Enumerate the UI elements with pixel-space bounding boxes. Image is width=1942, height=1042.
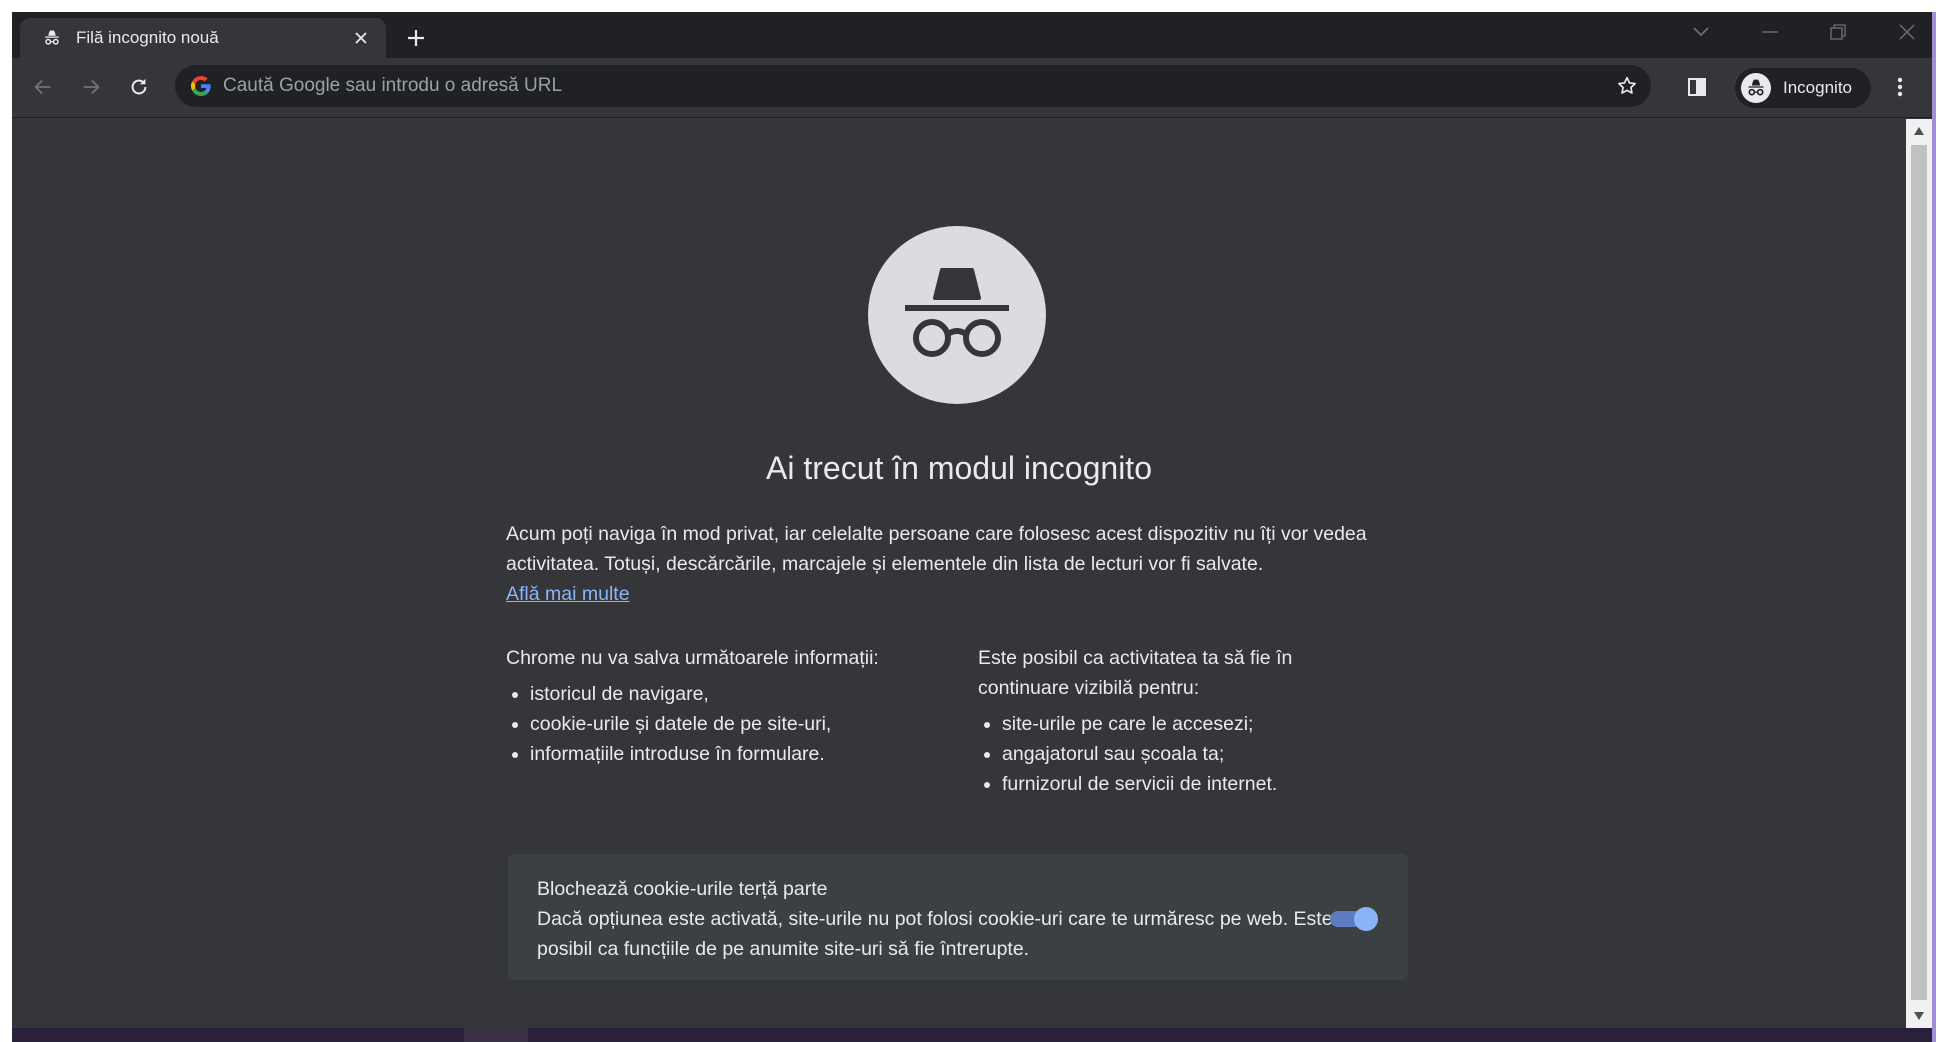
address-placeholder: Caută Google sau introdu o adresă URL	[223, 75, 563, 96]
intro-paragraph: Acum poți naviga în mod privat, iar cele…	[506, 519, 1396, 609]
cookie-card-title: Blochează cookie-urile terță parte	[537, 878, 828, 900]
incognito-page: Ai trecut în modul incognito Acum poți n…	[12, 119, 1906, 1028]
tab-strip: Filă incognito nouă	[12, 12, 1932, 58]
not-saved-title: Chrome nu va salva următoarele informați…	[506, 647, 879, 669]
close-tab-icon[interactable]	[348, 25, 374, 51]
desktop-edge	[1932, 12, 1936, 1042]
page-title: Ai trecut în modul incognito	[766, 450, 1152, 486]
incognito-hero-icon	[868, 226, 1046, 404]
tab-search-icon[interactable]	[1676, 12, 1726, 52]
not-saved-column: Chrome nu va salva următoarele informați…	[506, 643, 946, 769]
minimize-button[interactable]	[1745, 12, 1795, 52]
cookie-card-description: Dacă opțiunea este activată, site-urile …	[537, 908, 1333, 960]
reload-button[interactable]	[121, 69, 157, 105]
scroll-down-arrow-icon[interactable]	[1913, 1010, 1925, 1022]
taskbar-edge	[12, 1028, 1932, 1042]
list-item: informațiile introduse în formulare.	[506, 739, 946, 769]
intro-text: Acum poți naviga în mod privat, iar cele…	[506, 523, 1367, 575]
learn-more-link[interactable]: Află mai multe	[506, 583, 630, 605]
incognito-profile-button[interactable]: Incognito	[1735, 68, 1871, 108]
bookmark-star-icon[interactable]	[1609, 68, 1645, 104]
tab-incognito[interactable]: Filă incognito nouă	[20, 18, 386, 58]
visible-to-list: site-urile pe care le accesezi; angajato…	[978, 709, 1378, 799]
restore-button[interactable]	[1813, 12, 1863, 52]
block-cookies-toggle[interactable]	[1330, 906, 1378, 931]
incognito-avatar-icon	[1741, 73, 1771, 103]
visible-to-title: Este posibil ca activitatea ta să fie în…	[978, 647, 1293, 699]
back-button[interactable]	[25, 69, 61, 105]
browser-window: Filă incognito nouă Caută Google sau int…	[12, 12, 1932, 1042]
incognito-icon	[42, 28, 62, 48]
menu-kebab-icon[interactable]	[1882, 69, 1918, 105]
third-party-cookies-card: Blochează cookie-urile terță parte Dacă …	[508, 854, 1408, 980]
side-panel-icon[interactable]	[1679, 69, 1715, 105]
visible-to-column: Este posibil ca activitatea ta să fie în…	[978, 643, 1378, 799]
scrollbar-thumb[interactable]	[1911, 145, 1927, 1000]
new-tab-button[interactable]	[400, 22, 432, 54]
list-item: istoricul de navigare,	[506, 679, 946, 709]
tab-title: Filă incognito nouă	[76, 28, 219, 47]
google-icon	[191, 76, 211, 96]
toolbar: Caută Google sau introdu o adresă URL In…	[12, 58, 1932, 118]
scroll-up-arrow-icon[interactable]	[1913, 125, 1925, 137]
not-saved-list: istoricul de navigare, cookie-urile și d…	[506, 679, 946, 769]
forward-button[interactable]	[73, 69, 109, 105]
close-window-button[interactable]	[1882, 12, 1932, 52]
list-item: site-urile pe care le accesezi;	[978, 709, 1378, 739]
list-item: angajatorul sau școala ta;	[978, 739, 1378, 769]
taskbar-item	[464, 1028, 528, 1042]
toggle-knob	[1354, 907, 1378, 931]
vertical-scrollbar[interactable]	[1906, 119, 1932, 1028]
list-item: cookie-urile și datele de pe site-uri,	[506, 709, 946, 739]
list-item: furnizorul de servicii de internet.	[978, 769, 1378, 799]
address-bar[interactable]: Caută Google sau introdu o adresă URL	[175, 65, 1651, 107]
profile-label: Incognito	[1783, 78, 1852, 97]
